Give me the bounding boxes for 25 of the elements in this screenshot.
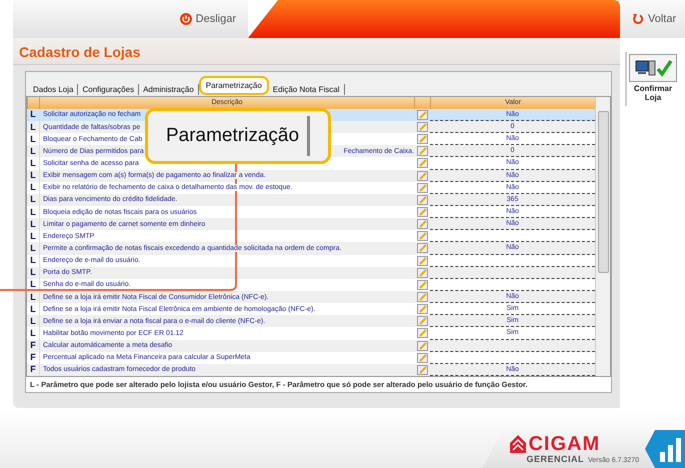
parameter-type: L (29, 244, 37, 253)
parameter-type: L (29, 256, 37, 266)
parameter-type: L (29, 146, 37, 156)
parameter-type: L (29, 232, 37, 241)
parameter-type: L (29, 110, 37, 120)
logo-text: CIGAM (528, 434, 600, 454)
parameter-type: L (29, 220, 37, 229)
parameter-type: L (29, 158, 37, 168)
parameter-type: L (29, 268, 37, 278)
parameter-type: L (29, 328, 37, 338)
parameter-type: L (29, 171, 37, 180)
edition-text: GERENCIAL (526, 454, 584, 464)
parameter-type: L (29, 304, 37, 314)
parameter-type: F (29, 341, 37, 350)
parameter-type: L (29, 208, 37, 217)
parameter-type: F (29, 365, 37, 374)
parameter-type: L (29, 195, 37, 204)
parameter-type: L (29, 316, 37, 326)
parameter-type: L (29, 183, 37, 192)
parameter-type: L (29, 292, 37, 302)
page-title: Cadastro de Lojas (13, 38, 620, 65)
parameter-type: L (29, 280, 37, 290)
parameter-type: F (29, 353, 37, 362)
parameter-type: L (29, 122, 37, 132)
parameter-type: L (29, 134, 37, 144)
